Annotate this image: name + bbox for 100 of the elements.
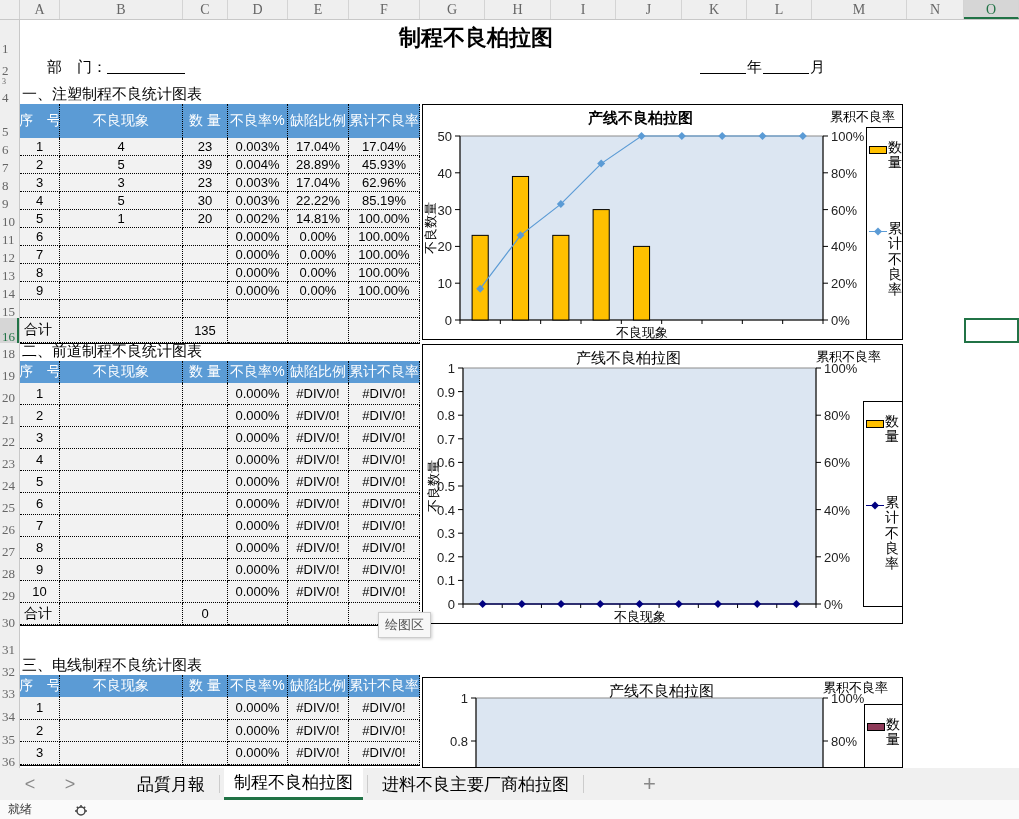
column-header[interactable]: B — [60, 0, 183, 19]
data-marker[interactable] — [557, 600, 566, 608]
row-header[interactable]: 3 — [0, 77, 19, 86]
plot-area[interactable] — [462, 367, 817, 605]
column-header[interactable]: G — [420, 0, 485, 19]
data-marker[interactable] — [478, 600, 487, 608]
row-header[interactable]: 8 — [0, 174, 19, 192]
data-marker[interactable] — [792, 600, 801, 608]
row-header[interactable]: 9 — [0, 192, 19, 210]
column-header[interactable]: J — [616, 0, 682, 19]
bar[interactable] — [552, 234, 570, 321]
table-cell: #DIV/0! — [349, 515, 420, 537]
selected-cell[interactable] — [964, 318, 1019, 343]
axis-title: 累积不良率 — [829, 109, 895, 124]
bar[interactable] — [471, 234, 489, 321]
axis-tick-label: 20% — [824, 549, 851, 565]
data-marker[interactable] — [677, 132, 686, 140]
axis-title: 不良现象 — [613, 609, 666, 623]
row-header[interactable]: 36 — [0, 746, 19, 768]
data-marker[interactable] — [798, 132, 807, 140]
table-cell: 2 — [20, 719, 60, 742]
row-header[interactable]: 15 — [0, 300, 19, 318]
row-header[interactable]: 25 — [0, 492, 19, 514]
chart-legend[interactable]: 数量 — [864, 704, 902, 767]
row-header[interactable]: 19 — [0, 360, 19, 382]
add-sheet-button[interactable]: + — [643, 771, 656, 797]
table-cell: 39 — [183, 156, 228, 174]
column-header[interactable]: A — [20, 0, 60, 19]
row-header[interactable]: 32 — [0, 656, 19, 678]
data-marker[interactable] — [718, 132, 727, 140]
row-header[interactable]: 5 — [0, 104, 19, 138]
row-header[interactable]: 4 — [0, 86, 19, 104]
axis-tick-label: 100% — [824, 361, 858, 376]
chart-legend[interactable]: 数量 累计不良率 — [866, 127, 902, 339]
row-header[interactable]: 10 — [0, 210, 19, 228]
row-header[interactable]: 21 — [0, 404, 19, 426]
column-header[interactable]: E — [288, 0, 349, 19]
row-header[interactable]: 30 — [0, 602, 19, 629]
data-marker[interactable] — [635, 600, 644, 608]
row-header[interactable]: 29 — [0, 580, 19, 602]
table-cell: 0.000% — [228, 581, 288, 603]
row-header[interactable]: 6 — [0, 138, 19, 156]
table-cell: #DIV/0! — [288, 493, 349, 515]
row-header[interactable]: 22 — [0, 426, 19, 448]
bar[interactable] — [511, 176, 530, 321]
row-header[interactable]: 26 — [0, 514, 19, 536]
data-marker[interactable] — [596, 600, 605, 608]
row-header[interactable]: 18 — [0, 343, 19, 360]
row-header[interactable]: 35 — [0, 723, 19, 746]
row-header[interactable]: 23 — [0, 448, 19, 470]
row-header[interactable]: 34 — [0, 700, 19, 723]
table-cell: 85.19% — [349, 192, 420, 210]
row-header[interactable]: 1 — [0, 20, 19, 55]
data-marker[interactable] — [713, 600, 722, 608]
column-header[interactable]: H — [485, 0, 551, 19]
table-cell: 5 — [20, 210, 60, 228]
column-header[interactable]: M — [812, 0, 907, 19]
data-marker[interactable] — [753, 600, 762, 608]
row-header[interactable]: 20 — [0, 382, 19, 404]
data-marker[interactable] — [517, 600, 526, 608]
row-header[interactable]: 16 — [0, 318, 19, 343]
row-header[interactable]: 33 — [0, 678, 19, 700]
column-header[interactable]: I — [551, 0, 616, 19]
row-header[interactable]: 12 — [0, 246, 19, 264]
data-marker[interactable] — [556, 200, 565, 209]
bar[interactable] — [592, 209, 610, 321]
sheet-tab[interactable]: 品質月報 — [127, 768, 215, 800]
row-header[interactable]: 13 — [0, 264, 19, 282]
row-header[interactable]: 7 — [0, 156, 19, 174]
column-header[interactable]: F — [349, 0, 420, 19]
data-marker[interactable] — [476, 284, 485, 293]
row-header[interactable]: 31 — [0, 629, 19, 656]
data-marker[interactable] — [597, 159, 606, 168]
data-marker[interactable] — [637, 132, 646, 140]
table-cell: #DIV/0! — [288, 449, 349, 471]
row-header[interactable]: 24 — [0, 470, 19, 492]
bar[interactable] — [632, 245, 651, 321]
column-header[interactable]: L — [747, 0, 812, 19]
column-header[interactable]: C — [183, 0, 228, 19]
column-header[interactable]: O — [964, 0, 1019, 19]
row-header[interactable]: 14 — [0, 282, 19, 300]
table-cell — [349, 300, 420, 318]
tab-scroll-button[interactable]: > — [50, 773, 90, 795]
data-marker[interactable] — [674, 600, 683, 608]
row-header[interactable]: 2 — [0, 55, 19, 77]
row-header[interactable]: 11 — [0, 228, 19, 246]
data-marker[interactable] — [516, 231, 525, 240]
table-cell: 0.00% — [288, 282, 349, 300]
column-header[interactable]: D — [228, 0, 288, 19]
data-marker[interactable] — [758, 132, 767, 140]
sheet-tab[interactable]: 制程不良柏拉图 — [224, 768, 363, 800]
axis-tick-label: 0.3 — [436, 526, 455, 542]
chart-legend[interactable]: 数量 累计不良率 — [863, 401, 902, 607]
sheet-tab[interactable]: 进料不良主要厂商柏拉图 — [372, 768, 579, 800]
row-header[interactable]: 28 — [0, 558, 19, 580]
tab-scroll-button[interactable]: < — [10, 773, 50, 795]
gear-icon[interactable] — [74, 803, 88, 816]
row-header[interactable]: 27 — [0, 536, 19, 558]
column-header[interactable]: K — [682, 0, 747, 19]
axis-tick-label: 40% — [824, 502, 851, 518]
